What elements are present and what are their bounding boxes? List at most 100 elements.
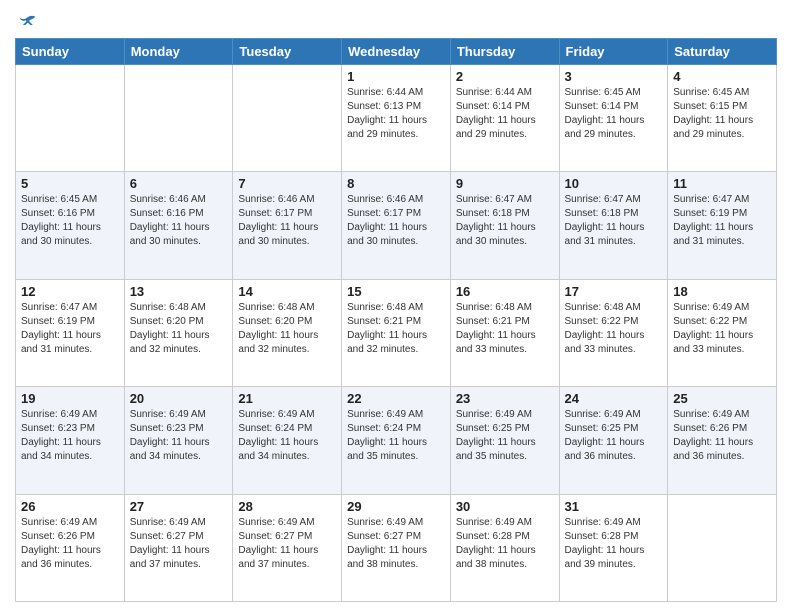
calendar-cell: 21 Sunrise: 6:49 AM Sunset: 6:24 PM Dayli…	[233, 387, 342, 494]
calendar-cell: 17 Sunrise: 6:48 AM Sunset: 6:22 PM Dayli…	[559, 279, 668, 386]
day-number: 16	[456, 284, 554, 299]
day-number: 28	[238, 499, 336, 514]
day-number: 15	[347, 284, 445, 299]
calendar-cell: 7 Sunrise: 6:46 AM Sunset: 6:17 PM Daylig…	[233, 172, 342, 279]
day-number: 17	[565, 284, 663, 299]
day-info: Sunrise: 6:45 AM Sunset: 6:15 PM Dayligh…	[673, 86, 771, 142]
calendar-cell: 27 Sunrise: 6:49 AM Sunset: 6:27 PM Dayli…	[124, 494, 233, 601]
day-number: 13	[130, 284, 228, 299]
weekday-header-monday: Monday	[124, 39, 233, 65]
day-number: 22	[347, 391, 445, 406]
calendar-table: SundayMondayTuesdayWednesdayThursdayFrid…	[15, 38, 777, 602]
logo-bird-icon	[17, 10, 37, 30]
day-info: Sunrise: 6:46 AM Sunset: 6:17 PM Dayligh…	[347, 193, 445, 249]
day-info: Sunrise: 6:46 AM Sunset: 6:17 PM Dayligh…	[238, 193, 336, 249]
day-info: Sunrise: 6:47 AM Sunset: 6:18 PM Dayligh…	[456, 193, 554, 249]
calendar-cell: 8 Sunrise: 6:46 AM Sunset: 6:17 PM Daylig…	[342, 172, 451, 279]
day-number: 7	[238, 176, 336, 191]
calendar-cell: 19Sunrise: 6:49 AM Sunset: 6:23 PM Dayli…	[16, 387, 125, 494]
day-info: Sunrise: 6:49 AM Sunset: 6:25 PM Dayligh…	[565, 408, 663, 464]
day-number: 6	[130, 176, 228, 191]
calendar-cell: 24 Sunrise: 6:49 AM Sunset: 6:25 PM Dayli…	[559, 387, 668, 494]
day-number: 31	[565, 499, 663, 514]
day-number: 26	[21, 499, 119, 514]
calendar-cell	[16, 65, 125, 172]
day-info: Sunrise: 6:47 AM Sunset: 6:19 PM Dayligh…	[21, 301, 119, 357]
calendar-cell: 15 Sunrise: 6:48 AM Sunset: 6:21 PM Dayli…	[342, 279, 451, 386]
day-number: 12	[21, 284, 119, 299]
day-number: 2	[456, 69, 554, 84]
calendar-cell: 28 Sunrise: 6:49 AM Sunset: 6:27 PM Dayli…	[233, 494, 342, 601]
calendar-week-row: 5 Sunrise: 6:45 AM Sunset: 6:16 PM Daylig…	[16, 172, 777, 279]
weekday-header-row: SundayMondayTuesdayWednesdayThursdayFrid…	[16, 39, 777, 65]
day-info: Sunrise: 6:49 AM Sunset: 6:27 PM Dayligh…	[130, 516, 228, 572]
calendar-cell: 4 Sunrise: 6:45 AM Sunset: 6:15 PM Daylig…	[668, 65, 777, 172]
day-number: 10	[565, 176, 663, 191]
calendar-cell: 31 Sunrise: 6:49 AM Sunset: 6:28 PM Dayli…	[559, 494, 668, 601]
day-number: 5	[21, 176, 119, 191]
day-info: Sunrise: 6:44 AM Sunset: 6:13 PM Dayligh…	[347, 86, 445, 142]
calendar-cell: 9 Sunrise: 6:47 AM Sunset: 6:18 PM Daylig…	[450, 172, 559, 279]
calendar-cell: 2 Sunrise: 6:44 AM Sunset: 6:14 PM Daylig…	[450, 65, 559, 172]
calendar-cell: 29 Sunrise: 6:49 AM Sunset: 6:27 PM Dayli…	[342, 494, 451, 601]
day-number: 29	[347, 499, 445, 514]
day-number: 1	[347, 69, 445, 84]
calendar-cell: 6Sunrise: 6:46 AM Sunset: 6:16 PM Daylig…	[124, 172, 233, 279]
day-info: Sunrise: 6:49 AM Sunset: 6:28 PM Dayligh…	[456, 516, 554, 572]
day-info: Sunrise: 6:49 AM Sunset: 6:27 PM Dayligh…	[238, 516, 336, 572]
page: SundayMondayTuesdayWednesdayThursdayFrid…	[0, 0, 792, 612]
calendar-cell: 14 Sunrise: 6:48 AM Sunset: 6:20 PM Dayli…	[233, 279, 342, 386]
day-number: 23	[456, 391, 554, 406]
day-info: Sunrise: 6:49 AM Sunset: 6:26 PM Dayligh…	[673, 408, 771, 464]
day-number: 11	[673, 176, 771, 191]
calendar-week-row: 12 Sunrise: 6:47 AM Sunset: 6:19 PM Dayli…	[16, 279, 777, 386]
day-info: Sunrise: 6:49 AM Sunset: 6:24 PM Dayligh…	[238, 408, 336, 464]
calendar-cell	[233, 65, 342, 172]
weekday-header-wednesday: Wednesday	[342, 39, 451, 65]
weekday-header-thursday: Thursday	[450, 39, 559, 65]
day-number: 14	[238, 284, 336, 299]
calendar-cell: 13 Sunrise: 6:48 AM Sunset: 6:20 PM Dayli…	[124, 279, 233, 386]
calendar-cell: 20 Sunrise: 6:49 AM Sunset: 6:23 PM Dayli…	[124, 387, 233, 494]
weekday-header-saturday: Saturday	[668, 39, 777, 65]
weekday-header-friday: Friday	[559, 39, 668, 65]
day-info: Sunrise: 6:49 AM Sunset: 6:25 PM Dayligh…	[456, 408, 554, 464]
calendar-cell: 25Sunrise: 6:49 AM Sunset: 6:26 PM Dayli…	[668, 387, 777, 494]
day-info: Sunrise: 6:44 AM Sunset: 6:14 PM Dayligh…	[456, 86, 554, 142]
day-info: Sunrise: 6:48 AM Sunset: 6:21 PM Dayligh…	[347, 301, 445, 357]
calendar-week-row: 26Sunrise: 6:49 AM Sunset: 6:26 PM Dayli…	[16, 494, 777, 601]
day-info: Sunrise: 6:48 AM Sunset: 6:20 PM Dayligh…	[130, 301, 228, 357]
day-number: 19	[21, 391, 119, 406]
calendar-cell: 12 Sunrise: 6:47 AM Sunset: 6:19 PM Dayli…	[16, 279, 125, 386]
weekday-header-tuesday: Tuesday	[233, 39, 342, 65]
calendar-week-row: 19 Sunrise: 6:49 AM Sunset: 6:23 PM Dayli…	[16, 387, 777, 494]
day-info: Sunrise: 6:49 AM Sunset: 6:28 PM Dayligh…	[565, 516, 663, 572]
day-number: 21	[238, 391, 336, 406]
day-info: Sunrise: 6:49 AM Sunset: 6:23 PM Dayligh…	[130, 408, 228, 464]
day-info: Sunrise: 6:45 AM Sunset: 6:16 PM Dayligh…	[21, 193, 119, 249]
day-number: 20	[130, 391, 228, 406]
calendar-cell: 5 Sunrise: 6:45 AM Sunset: 6:16 PM Daylig…	[16, 172, 125, 279]
day-info: Sunrise: 6:49 AM Sunset: 6:24 PM Dayligh…	[347, 408, 445, 464]
calendar-cell: 23 Sunrise: 6:49 AM Sunset: 6:25 PM Dayli…	[450, 387, 559, 494]
calendar-cell: 1 Sunrise: 6:44 AM Sunset: 6:13 PM Daylig…	[342, 65, 451, 172]
day-info: Sunrise: 6:49 AM Sunset: 6:27 PM Dayligh…	[347, 516, 445, 572]
day-info: Sunrise: 6:48 AM Sunset: 6:20 PM Dayligh…	[238, 301, 336, 357]
calendar-cell: 11Sunrise: 6:47 AM Sunset: 6:19 PM Dayli…	[668, 172, 777, 279]
calendar-cell: 16 Sunrise: 6:48 AM Sunset: 6:21 PM Dayli…	[450, 279, 559, 386]
day-number: 4	[673, 69, 771, 84]
day-number: 9	[456, 176, 554, 191]
day-number: 24	[565, 391, 663, 406]
header	[15, 10, 777, 30]
calendar-cell: 22 Sunrise: 6:49 AM Sunset: 6:24 PM Dayli…	[342, 387, 451, 494]
logo	[15, 10, 37, 30]
day-info: Sunrise: 6:48 AM Sunset: 6:21 PM Dayligh…	[456, 301, 554, 357]
day-number: 27	[130, 499, 228, 514]
calendar-cell: 3Sunrise: 6:45 AM Sunset: 6:14 PM Daylig…	[559, 65, 668, 172]
weekday-header-sunday: Sunday	[16, 39, 125, 65]
day-number: 8	[347, 176, 445, 191]
day-info: Sunrise: 6:48 AM Sunset: 6:22 PM Dayligh…	[565, 301, 663, 357]
day-info: Sunrise: 6:45 AM Sunset: 6:14 PM Dayligh…	[565, 86, 663, 142]
calendar-cell: 18Sunrise: 6:49 AM Sunset: 6:22 PM Dayli…	[668, 279, 777, 386]
calendar-week-row: 1 Sunrise: 6:44 AM Sunset: 6:13 PM Daylig…	[16, 65, 777, 172]
